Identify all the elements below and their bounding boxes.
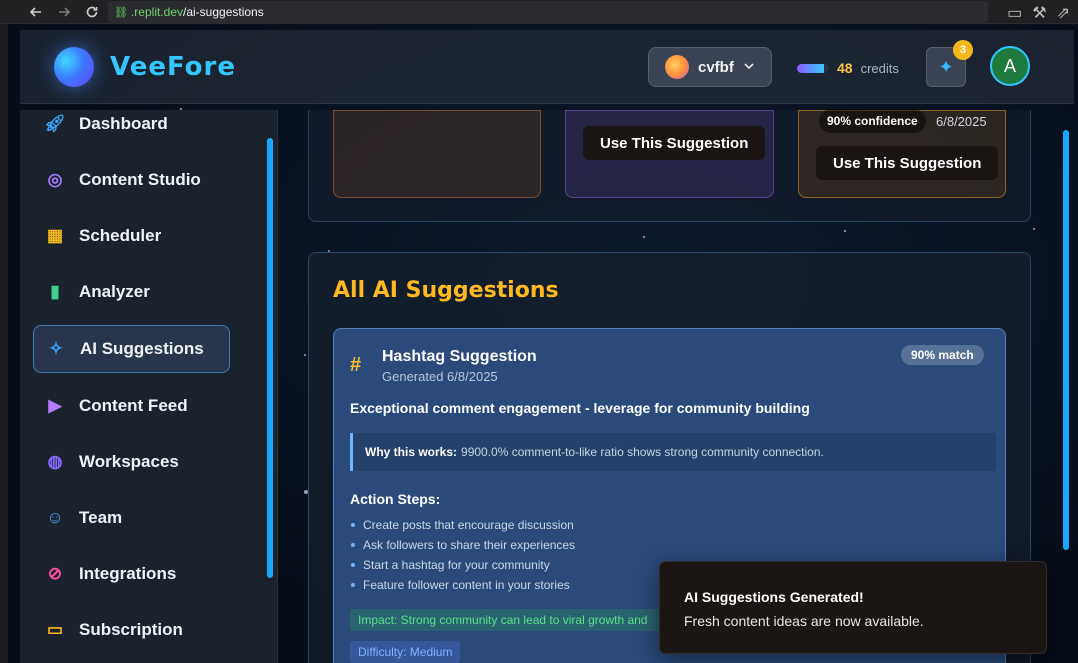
sidebar-scrollbar[interactable]: [267, 138, 273, 578]
bullet-icon: [351, 543, 355, 547]
play-circle-icon: ▶: [48, 396, 62, 415]
action-step: Start a hashtag for your community: [351, 558, 550, 572]
workspace-switcher[interactable]: cvfbf: [648, 47, 772, 87]
use-suggestion-button[interactable]: Use This Suggestion: [816, 146, 999, 180]
confidence-badge: 90% confidence: [819, 109, 926, 133]
logo-orb-icon: [54, 47, 94, 87]
url-host: .replit.dev: [130, 5, 183, 19]
sidebar-item-label: Integrations: [79, 564, 177, 583]
screen-icon[interactable]: ▭: [1007, 3, 1022, 23]
why-label: Why this works:: [365, 445, 458, 459]
credits-value: 48: [837, 60, 853, 76]
sidebar-item-label: Analyzer: [79, 282, 150, 301]
main-scrollbar[interactable]: [1063, 130, 1069, 550]
link-icon: ⊘: [47, 564, 63, 583]
window-edge: [0, 24, 8, 663]
browser-toolbar: ⛓ .replit.dev/ai-suggestions ▭ ⚒ ⇗: [0, 0, 1078, 24]
browser-actions: ▭ ⚒ ⇗: [1007, 3, 1070, 23]
workspace-avatar: [665, 55, 689, 79]
workspace-name: cvfbf: [698, 58, 734, 76]
back-icon[interactable]: [26, 2, 46, 22]
action-step-text: Feature follower content in your stories: [363, 578, 570, 592]
sparkles-icon: ✧: [48, 339, 64, 358]
suggestion-card-1: [333, 110, 541, 198]
sparkle-notification-icon: ✦: [938, 56, 954, 77]
open-external-icon[interactable]: ⇗: [1057, 3, 1070, 23]
suggestion-date: 6/8/2025: [936, 114, 987, 129]
credits-label: credits: [860, 60, 899, 76]
star-decoration: [304, 354, 306, 356]
credits-bar: [797, 63, 829, 73]
url-path: /ai-suggestions: [183, 5, 264, 19]
sidebar-item-content-feed[interactable]: ▶ Content Feed: [33, 382, 230, 430]
sidebar-item-subscription[interactable]: ▭ Subscription: [33, 606, 230, 654]
reload-icon[interactable]: [82, 2, 102, 22]
credit-card-icon: ▭: [46, 620, 64, 639]
action-step-text: Ask followers to share their experiences: [363, 538, 576, 552]
sidebar-item-integrations[interactable]: ⊘ Integrations: [33, 550, 230, 598]
sidebar-item-label: Workspaces: [79, 452, 179, 471]
sidebar-item-label: AI Suggestions: [80, 339, 204, 358]
credits-indicator: 48 credits: [797, 60, 899, 76]
rocket-icon: 🚀︎: [44, 114, 66, 133]
credits-bar-fill: [797, 63, 825, 73]
section-title: All AI Suggestions: [333, 278, 559, 303]
sidebar-item-team[interactable]: ☺ Team: [33, 494, 230, 542]
wrench-icon[interactable]: ⚒: [1032, 3, 1046, 23]
sidebar-item-dashboard[interactable]: 🚀︎ Dashboard: [33, 100, 230, 148]
bar-chart-icon: ▮: [50, 282, 60, 301]
bullet-icon: [351, 523, 355, 527]
why-this-works: Why this works: 9900.0% comment-to-like …: [350, 433, 996, 471]
app-root: 90% confidence 6/8/2025 Use This Suggest…: [8, 24, 1078, 663]
top-header: VeeFore cvfbf 48 credits ✦ 3 A: [20, 30, 1074, 104]
suggestion-title: Hashtag Suggestion: [382, 348, 537, 365]
sidebar-item-label: Content Feed: [79, 396, 188, 415]
notification-badge: 3: [953, 40, 973, 60]
action-step: Create posts that encourage discussion: [351, 518, 574, 532]
action-steps-title: Action Steps:: [350, 491, 441, 507]
globe-icon: ◍: [47, 452, 63, 471]
address-bar[interactable]: ⛓ .replit.dev/ai-suggestions: [108, 1, 988, 23]
bullet-icon: [351, 563, 355, 567]
suggestion-headline: Exceptional comment engagement - leverag…: [350, 400, 810, 416]
star-decoration: [643, 236, 645, 238]
generated-date: Generated 6/8/2025: [382, 369, 498, 384]
toast-body: Fresh content ideas are now available.: [684, 613, 924, 629]
secure-link-icon: ⛓: [114, 6, 128, 19]
use-suggestion-button[interactable]: Use This Suggestion: [583, 126, 766, 160]
difficulty-badge: Difficulty: Medium: [350, 641, 461, 663]
sidebar-item-label: Content Studio: [79, 170, 201, 189]
toast-notification[interactable]: AI Suggestions Generated! Fresh content …: [659, 561, 1047, 654]
calendar-icon: ▦: [46, 226, 64, 245]
sidebar-item-label: Team: [79, 508, 123, 527]
sidebar-item-workspaces[interactable]: ◍ Workspaces: [33, 438, 230, 486]
sidebar-item-label: Scheduler: [79, 226, 162, 245]
notifications-button[interactable]: ✦ 3: [926, 40, 973, 87]
app-logo[interactable]: VeeFore: [110, 52, 236, 82]
toast-title: AI Suggestions Generated!: [684, 589, 864, 605]
hashtag-icon: #: [350, 354, 362, 376]
impact-badge: Impact: Strong community can lead to vir…: [350, 609, 670, 631]
why-text: 9900.0% comment-to-like ratio shows stro…: [461, 445, 824, 459]
action-step-text: Create posts that encourage discussion: [363, 518, 574, 532]
sidebar-item-analyzer[interactable]: ▮ Analyzer: [33, 268, 230, 316]
sidebar-item-label: Dashboard: [79, 114, 168, 133]
sidebar-item-content-studio[interactable]: ◎ Content Studio: [33, 156, 230, 204]
brain-icon: ◎: [47, 170, 63, 189]
action-step: Ask followers to share their experiences: [351, 538, 575, 552]
sidebar-item-label: Subscription: [79, 620, 183, 639]
star-decoration: [1033, 228, 1035, 230]
sidebar-item-scheduler[interactable]: ▦ Scheduler: [33, 212, 230, 260]
action-step-text: Start a hashtag for your community: [363, 558, 550, 572]
match-badge: 90% match: [901, 345, 984, 365]
sidebar-item-ai-suggestions[interactable]: ✧ AI Suggestions: [33, 325, 230, 373]
action-step: Feature follower content in your stories: [351, 578, 570, 592]
user-avatar[interactable]: A: [990, 46, 1030, 86]
forward-icon[interactable]: [54, 2, 74, 22]
star-decoration: [844, 230, 846, 232]
users-icon: ☺: [46, 508, 64, 527]
chevron-down-icon: [743, 59, 755, 76]
bullet-icon: [351, 583, 355, 587]
